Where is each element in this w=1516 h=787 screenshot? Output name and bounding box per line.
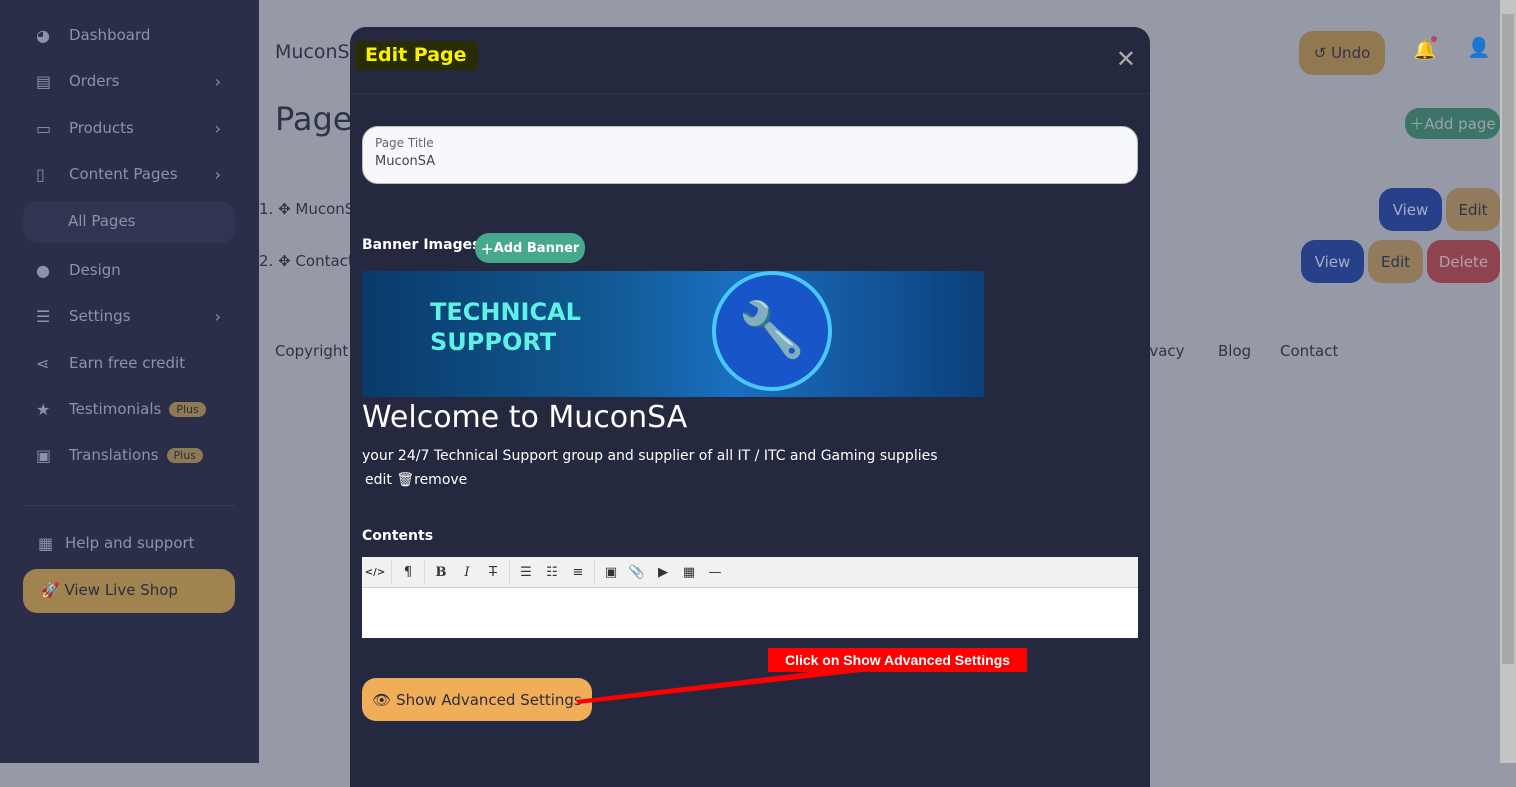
annotation-arrow [576, 666, 862, 704]
